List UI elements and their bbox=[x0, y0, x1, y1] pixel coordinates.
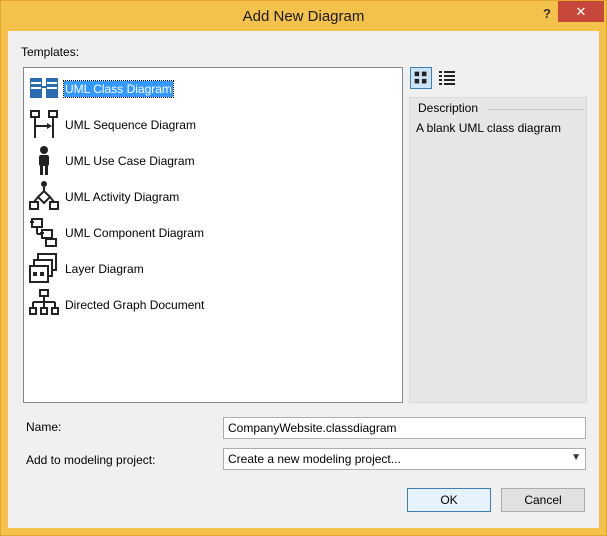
close-button[interactable]: ✕ bbox=[558, 1, 604, 22]
component-diagram-icon bbox=[30, 218, 57, 247]
use-case-diagram-icon bbox=[39, 146, 49, 175]
project-dropdown[interactable]: Create a new modeling project... ▼ bbox=[223, 448, 586, 470]
template-uml-component-diagram[interactable]: UML Component Diagram bbox=[28, 216, 398, 248]
list-view-icon bbox=[439, 71, 455, 85]
project-dropdown-value: Create a new modeling project... bbox=[228, 452, 401, 466]
project-label: Add to modeling project: bbox=[26, 453, 156, 467]
large-icons-view-icon bbox=[414, 71, 427, 84]
class-diagram-icon bbox=[30, 78, 58, 98]
list-view-button[interactable] bbox=[436, 67, 458, 89]
dialog-body: Templates: UML Class Diagram UML Sequenc… bbox=[8, 31, 599, 528]
directed-graph-icon bbox=[29, 289, 59, 315]
template-label: UML Component Diagram bbox=[65, 226, 204, 240]
templates-label: Templates: bbox=[21, 45, 79, 59]
layer-diagram-icon bbox=[29, 253, 57, 283]
large-icons-view-button[interactable] bbox=[410, 67, 432, 89]
templates-label-text: Templates: bbox=[21, 45, 80, 59]
template-uml-activity-diagram[interactable]: UML Activity Diagram bbox=[28, 180, 398, 212]
name-field[interactable]: CompanyWebsite.classdiagram bbox=[223, 417, 586, 439]
dialog-window: Add New Diagram ? ✕ Templates: UML Class… bbox=[0, 0, 607, 536]
help-button[interactable]: ? bbox=[537, 6, 557, 22]
cancel-button[interactable]: Cancel bbox=[501, 488, 585, 512]
description-title: Description bbox=[418, 101, 479, 115]
templates-list[interactable]: UML Class Diagram UML Sequence Diagram U… bbox=[23, 67, 403, 403]
template-label: UML Use Case Diagram bbox=[65, 154, 195, 168]
template-uml-class-diagram[interactable]: UML Class Diagram bbox=[28, 72, 398, 104]
chevron-down-icon: ▼ bbox=[571, 452, 581, 463]
template-label: Layer Diagram bbox=[65, 262, 144, 276]
description-text: A blank UML class diagram bbox=[416, 121, 561, 135]
activity-diagram-icon bbox=[29, 181, 59, 210]
template-label: UML Sequence Diagram bbox=[65, 118, 196, 132]
ok-button[interactable]: OK bbox=[407, 488, 491, 512]
template-label: UML Class Diagram bbox=[63, 80, 174, 98]
sequence-diagram-icon bbox=[30, 110, 58, 138]
template-layer-diagram[interactable]: Layer Diagram bbox=[28, 252, 398, 284]
template-label: UML Activity Diagram bbox=[65, 190, 180, 204]
template-directed-graph-document[interactable]: Directed Graph Document bbox=[28, 288, 398, 320]
name-label: Name: bbox=[26, 420, 62, 434]
template-uml-sequence-diagram[interactable]: UML Sequence Diagram bbox=[28, 108, 398, 140]
title-bar[interactable]: Add New Diagram ? ✕ bbox=[1, 1, 606, 31]
description-panel: Description A blank UML class diagram bbox=[409, 97, 587, 403]
template-uml-use-case-diagram[interactable]: UML Use Case Diagram bbox=[28, 144, 398, 176]
template-label: Directed Graph Document bbox=[65, 298, 205, 312]
description-divider bbox=[488, 109, 584, 110]
dialog-title: Add New Diagram bbox=[242, 8, 365, 25]
